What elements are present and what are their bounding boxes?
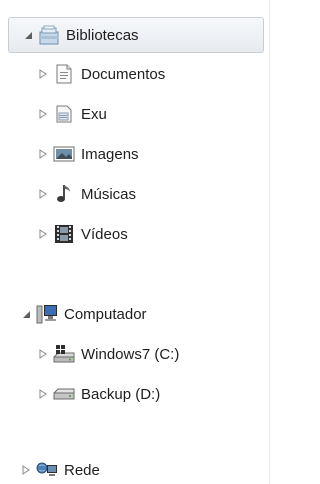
collapsed-arrow-icon[interactable] bbox=[37, 108, 49, 120]
libraries-icon bbox=[38, 24, 60, 46]
expanded-arrow-icon[interactable] bbox=[22, 29, 34, 41]
documents-icon bbox=[53, 63, 75, 85]
tree-item-exu[interactable]: Exu bbox=[0, 96, 107, 132]
collapsed-arrow-icon[interactable] bbox=[37, 188, 49, 200]
system-drive-icon bbox=[53, 343, 75, 365]
collapsed-arrow-icon[interactable] bbox=[37, 388, 49, 400]
tree-item-rede[interactable]: Rede bbox=[0, 456, 100, 484]
collapsed-arrow-icon[interactable] bbox=[37, 348, 49, 360]
tree-item-label: Exu bbox=[81, 105, 107, 123]
videos-icon bbox=[53, 223, 75, 245]
tree-item-label: Windows7 (C:) bbox=[81, 345, 180, 363]
tree-item-documentos[interactable]: Documentos bbox=[0, 56, 165, 92]
collapsed-arrow-icon[interactable] bbox=[37, 68, 49, 80]
network-icon bbox=[36, 459, 58, 481]
tree-item-windows7-c[interactable]: Windows7 (C:) bbox=[0, 336, 179, 372]
tree-item-label: Computador bbox=[64, 305, 147, 323]
tree-item-label: Rede bbox=[64, 461, 100, 479]
tree-item-label: Imagens bbox=[81, 145, 139, 163]
tree-item-videos[interactable]: Vídeos bbox=[0, 216, 128, 252]
collapsed-arrow-icon[interactable] bbox=[37, 148, 49, 160]
tree-item-backup-d[interactable]: Backup (D:) bbox=[0, 376, 160, 412]
pictures-icon bbox=[53, 143, 75, 165]
navigation-pane: Bibliotecas Documentos Exu Imagens Músic… bbox=[0, 0, 270, 484]
tree-item-bibliotecas[interactable]: Bibliotecas bbox=[8, 17, 264, 53]
expanded-arrow-icon[interactable] bbox=[20, 308, 32, 320]
tree-item-musicas[interactable]: Músicas bbox=[0, 176, 136, 212]
tree-item-label: Bibliotecas bbox=[66, 26, 139, 44]
computer-icon bbox=[36, 303, 58, 325]
pane-border bbox=[269, 0, 270, 484]
collapsed-arrow-icon[interactable] bbox=[37, 228, 49, 240]
tree-item-label: Músicas bbox=[81, 185, 137, 203]
drive-icon bbox=[53, 383, 75, 405]
music-icon bbox=[53, 183, 75, 205]
tree-item-label: Backup (D:) bbox=[81, 385, 161, 403]
tree-item-label: Vídeos bbox=[81, 225, 128, 243]
library-folder-icon bbox=[53, 103, 75, 125]
tree-item-imagens[interactable]: Imagens bbox=[0, 136, 139, 172]
tree-item-label: Documentos bbox=[81, 65, 166, 83]
tree-item-computador[interactable]: Computador bbox=[0, 296, 147, 332]
collapsed-arrow-icon[interactable] bbox=[20, 464, 32, 476]
